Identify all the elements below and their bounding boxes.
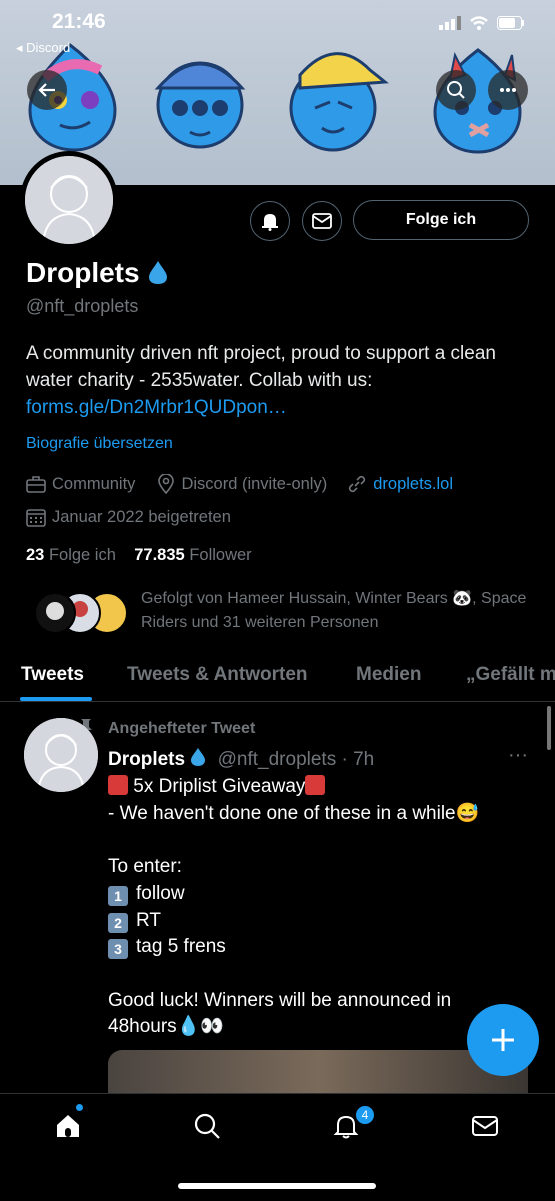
tweet-line-3: To enter: — [108, 856, 182, 878]
droplet-icon — [191, 748, 206, 766]
tweet-author-handle: @nft_droplets · 7h — [217, 749, 375, 770]
tweet-step-3: 3 tag 5 frens — [108, 934, 528, 961]
tweet-more-icon[interactable]: ··· — [508, 744, 528, 767]
home-icon — [57, 1115, 79, 1137]
tweet-step-2: 2 RT — [108, 908, 528, 935]
nav-messages[interactable] — [469, 1110, 501, 1142]
profile-joined: Januar 2022 beigetreten — [52, 508, 231, 526]
droplet-icon — [149, 261, 168, 284]
signal-icon — [439, 16, 461, 30]
profile-avatar[interactable] — [20, 151, 118, 249]
siren-icon — [305, 775, 326, 795]
scrollbar[interactable] — [547, 706, 551, 750]
search-icon — [194, 1113, 220, 1139]
link-icon — [349, 475, 366, 493]
plus-icon — [492, 1029, 514, 1051]
tab-media[interactable]: Medien — [356, 664, 421, 686]
compose-tweet-button[interactable] — [467, 1004, 539, 1076]
siren-icon — [108, 775, 128, 795]
calendar-icon — [26, 508, 46, 527]
active-tab-indicator — [20, 697, 92, 701]
nav-home[interactable] — [52, 1110, 84, 1142]
profile-location: Discord (invite-only) — [181, 474, 328, 493]
step-1-text: follow — [136, 882, 185, 904]
following-link[interactable]: 23 Folge ich — [26, 546, 116, 564]
back-arrow-icon — [38, 83, 55, 97]
profile-name: Droplets — [26, 257, 169, 289]
followers-link[interactable]: 77.835 Follower — [134, 546, 251, 564]
status-time: 21:46 — [52, 10, 106, 33]
followers-count: 77.835 — [134, 546, 185, 564]
tweet-author-name[interactable]: Droplets — [108, 749, 185, 770]
profile-category: Community — [52, 474, 136, 493]
profile-tabs: Tweets Tweets & Antworten Medien „Gefäll… — [0, 655, 555, 702]
tab-likes[interactable]: „Gefällt mir“ — [466, 664, 555, 686]
bio-text: A community driven nft project, proud to… — [26, 343, 496, 391]
step-3-text: tag 5 frens — [136, 936, 226, 958]
notifications-badge: 4 — [354, 1104, 376, 1126]
translate-bio-link[interactable]: Biografie übersetzen — [26, 435, 173, 453]
followed-by-avatars[interactable] — [34, 591, 130, 636]
pinned-label: Angehefteter Tweet — [108, 720, 256, 737]
tweet-blank — [108, 827, 528, 854]
profile-joined-row: Januar 2022 beigetreten — [26, 508, 231, 527]
tweet-header: Droplets @nft_droplets · 7h — [108, 747, 374, 771]
bio-link[interactable]: forms.gle/Dn2Mrbr1QUDpon… — [26, 397, 287, 418]
avatar-image — [25, 156, 113, 244]
notification-bell-icon — [262, 214, 278, 231]
tweet-step-1: 1 follow — [108, 881, 528, 908]
profile-meta-row: Community Discord (invite-only) droplets… — [26, 474, 453, 494]
home-indicator[interactable] — [178, 1183, 376, 1189]
nav-search[interactable] — [191, 1110, 223, 1142]
follower-avatar-stack — [34, 592, 128, 634]
profile-name-text: Droplets — [26, 257, 140, 288]
tab-tweets-replies[interactable]: Tweets & Antworten — [127, 664, 308, 686]
tweet-avatar[interactable] — [24, 718, 98, 792]
tweet-line-5: 48hours💧👀 — [108, 1016, 224, 1038]
battery-icon — [497, 16, 524, 30]
tweet-avatar-image — [24, 718, 98, 792]
profile-website[interactable]: droplets.lol — [373, 475, 453, 494]
following-count: 23 — [26, 546, 45, 564]
step-2-text: RT — [136, 909, 161, 931]
profile-handle: @nft_droplets — [26, 296, 139, 316]
briefcase-icon — [26, 476, 46, 493]
tweet-line-4: Good luck! Winners will be announced in — [108, 989, 452, 1011]
mail-icon — [312, 213, 332, 229]
followers-label: Follower — [189, 546, 252, 564]
tweet-line-1: 5x Driplist Giveaway — [108, 774, 528, 801]
home-new-indicator — [76, 1104, 83, 1111]
keycap-1-icon: 1 — [108, 885, 128, 906]
search-button[interactable] — [436, 70, 476, 110]
tweet-media-image[interactable] — [108, 1050, 528, 1095]
tab-tweets[interactable]: Tweets — [21, 664, 84, 686]
profile-bio: A community driven nft project, proud to… — [26, 340, 526, 421]
followed-by-text[interactable]: Gefolgt von Hameer Hussain, Winter Bears… — [141, 587, 541, 635]
location-pin-icon — [158, 474, 175, 494]
tweet-title: 5x Driplist Giveaway — [128, 776, 306, 797]
wifi-icon — [470, 16, 488, 30]
more-button[interactable] — [488, 70, 528, 110]
tweet-line-2: - We haven't done one of these in a whil… — [108, 802, 480, 824]
status-icons — [439, 16, 525, 30]
profile-stats: 23 Folge ich 77.835 Follower — [26, 546, 252, 565]
notify-button[interactable] — [250, 201, 290, 241]
tweet-blank — [108, 961, 528, 988]
keycap-3-icon: 3 — [108, 939, 128, 960]
message-button[interactable] — [302, 201, 342, 241]
more-icon — [500, 88, 516, 92]
follow-button[interactable]: Folge ich — [353, 200, 529, 240]
back-to-app-link[interactable]: ◂ Discord — [16, 40, 70, 56]
following-label: Folge ich — [48, 546, 116, 564]
search-icon — [447, 81, 465, 99]
back-button[interactable] — [27, 70, 67, 110]
tweet-text: 5x Driplist Giveaway - We haven't done o… — [108, 774, 528, 1041]
mail-icon — [472, 1116, 498, 1136]
keycap-2-icon: 2 — [108, 912, 128, 933]
